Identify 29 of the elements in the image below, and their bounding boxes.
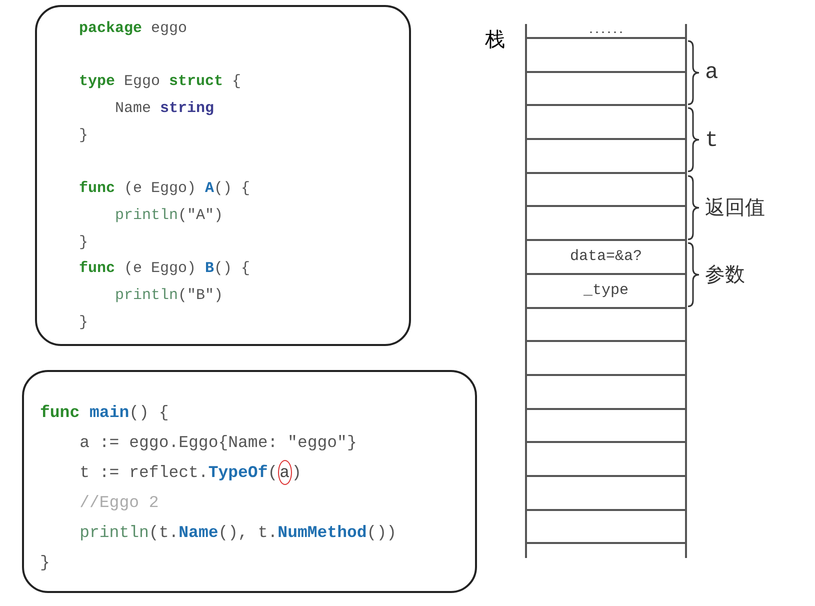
code-line: type Eggo struct {: [79, 72, 242, 92]
curly-brace: [688, 242, 700, 308]
code-line: func (e Eggo) A() {: [79, 179, 252, 200]
circled-argument: a: [278, 460, 292, 485]
code-line: func (e Eggo) B() {: [79, 259, 252, 280]
stack-label: 栈: [485, 26, 506, 53]
group-label: a: [705, 60, 718, 86]
curly-brace: [688, 175, 700, 240]
code-line: //Eggo 2: [78, 492, 160, 514]
curly-brace: [688, 40, 700, 106]
code-line: }: [79, 232, 90, 252]
group-label: t: [705, 128, 718, 153]
code-line: package eggo: [79, 19, 188, 39]
code-line: println("B"): [114, 286, 224, 306]
stack-ellipsis: ......: [527, 24, 685, 39]
code-line: func main() {: [40, 402, 170, 424]
curly-brace: [688, 108, 700, 173]
code-line: t := reflect.TypeOf(a): [40, 458, 475, 488]
code-line: println("A"): [114, 206, 224, 226]
stack-slot: data=&a?: [527, 241, 685, 275]
stack-slot: _type: [527, 274, 685, 308]
code-line: Name string: [114, 99, 216, 120]
group-label: 返回值: [705, 194, 765, 221]
group-label: 参数: [705, 261, 745, 288]
code-line: println(t.Name(), t.NumMethod()): [78, 522, 398, 544]
code-line: }: [79, 312, 90, 333]
code-line: }: [40, 552, 51, 574]
code-line: a := eggo.Eggo{Name: "eggo"}: [78, 432, 358, 454]
code-line: }: [79, 126, 90, 146]
